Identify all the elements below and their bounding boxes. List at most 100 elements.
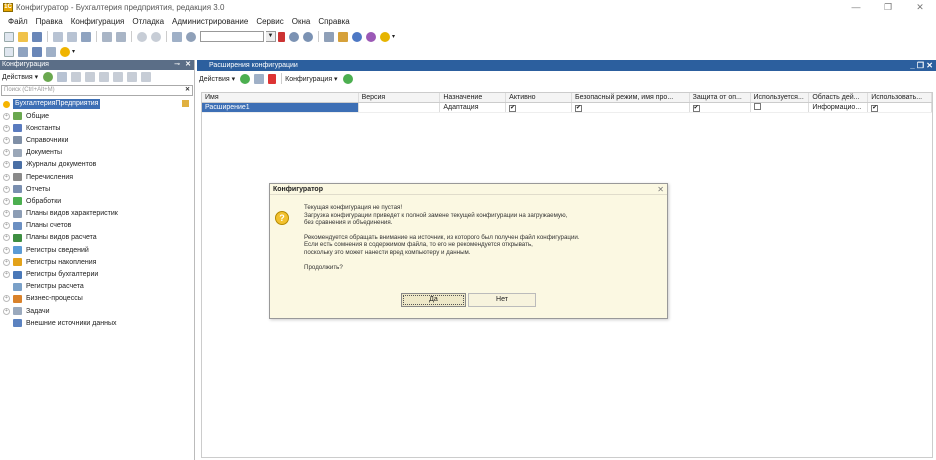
tree-item[interactable]: + Планы видов характеристик (0, 208, 194, 220)
cell-protection[interactable]: ✔ (690, 103, 751, 112)
active-checkbox[interactable]: ✔ (509, 105, 517, 112)
cell-use[interactable]: ✔ (868, 103, 933, 112)
chevron-down-icon[interactable]: ▼ (266, 31, 276, 42)
edit-icon[interactable] (57, 72, 68, 82)
tree-item[interactable]: + Отчеты (0, 183, 194, 195)
expand-icon[interactable]: + (3, 112, 10, 120)
menu-windows[interactable]: Окна (292, 17, 311, 26)
syntax-helper-icon[interactable] (338, 31, 348, 42)
close-window-button[interactable]: ✕ (904, 0, 936, 14)
paste-icon[interactable] (81, 31, 91, 42)
toolbar-more-icon[interactable]: ▾ (392, 33, 395, 40)
menu-administration[interactable]: Администрирование (172, 17, 248, 26)
help-icon[interactable] (352, 31, 362, 42)
used-checkbox[interactable] (753, 103, 761, 110)
menu-configuration[interactable]: Конфигурация (71, 17, 125, 26)
expand-icon[interactable]: + (3, 173, 10, 181)
dialog-close-button[interactable]: ✕ (657, 184, 664, 195)
update-db-icon[interactable] (18, 46, 28, 57)
table-row[interactable]: Расширение1 Адаптация ✔ ✔ ✔ Информацио..… (202, 103, 933, 113)
expand-icon[interactable]: + (3, 185, 10, 193)
pin-icon[interactable]: ⊸ (174, 60, 180, 70)
tree-item[interactable]: + Планы счетов (0, 220, 194, 232)
find-next-icon[interactable] (289, 31, 299, 42)
tree-item[interactable]: + Константы (0, 122, 194, 134)
expand-icon[interactable]: + (3, 210, 10, 218)
cell-name[interactable]: Расширение1 (202, 103, 359, 112)
column-header[interactable]: Активно (506, 93, 572, 102)
cell-active[interactable]: ✔ (506, 103, 572, 112)
refresh-icon[interactable] (342, 73, 353, 84)
column-header[interactable]: Назначение (440, 93, 507, 102)
delete-icon[interactable] (85, 72, 96, 82)
expand-icon[interactable]: + (3, 295, 10, 303)
copy-item-icon[interactable] (71, 72, 82, 82)
column-header[interactable]: Безопасный режим, имя про... (572, 93, 690, 102)
cell-safe-mode[interactable]: ✔ (572, 103, 690, 112)
menu-help[interactable]: Справка (318, 17, 349, 26)
tree-item[interactable]: + Планы видов расчета (0, 232, 194, 244)
clear-icon[interactable]: ✕ (185, 86, 190, 95)
find-prev-icon[interactable] (303, 31, 313, 42)
sort-icon[interactable] (127, 72, 138, 82)
menu-edit[interactable]: Правка (36, 17, 63, 26)
about-icon[interactable] (366, 31, 376, 42)
cut-icon[interactable] (53, 31, 63, 42)
cell-scope[interactable]: Информацио... (809, 103, 869, 112)
expand-icon[interactable]: + (3, 246, 10, 254)
column-header[interactable]: Защита от оп... (690, 93, 751, 102)
add-extension-icon[interactable] (240, 73, 251, 84)
tree-search-input[interactable]: Поиск (Ctrl+Alt+M) ✕ (1, 85, 193, 96)
extensions-actions-button[interactable]: Действия ▾ (199, 75, 235, 83)
filter-icon[interactable] (141, 72, 152, 82)
expand-icon[interactable]: + (3, 271, 10, 279)
start-debug-icon[interactable] (60, 46, 70, 57)
actions-menu-button[interactable]: Действия ▾ (2, 73, 38, 81)
toolbar2-more-icon[interactable]: ▾ (72, 48, 75, 55)
tree-item[interactable]: + Перечисления (0, 171, 194, 183)
expand-icon[interactable]: + (3, 124, 10, 132)
expand-icon[interactable]: + (3, 161, 10, 169)
tree-item[interactable]: + Общие (0, 110, 194, 122)
column-header[interactable]: Версия (359, 93, 441, 102)
cell-purpose[interactable]: Адаптация (440, 103, 507, 112)
copy-icon[interactable] (67, 31, 77, 42)
expand-icon[interactable]: + (3, 234, 10, 242)
undo-icon[interactable] (137, 31, 147, 42)
menu-file[interactable]: Файл (8, 17, 28, 26)
preview-icon[interactable] (116, 31, 126, 42)
move-up-icon[interactable] (99, 72, 110, 82)
column-header[interactable]: Имя (202, 93, 359, 102)
tree-item[interactable]: + Регистры сведений (0, 244, 194, 256)
tree-item[interactable]: + Регистры бухгалтерии (0, 268, 194, 280)
toolbar-search-input[interactable] (200, 31, 264, 42)
tree-item[interactable]: Регистры расчета (0, 281, 194, 293)
goto-icon[interactable] (324, 31, 334, 42)
tree-item[interactable]: + Регистры накопления (0, 256, 194, 268)
expand-icon[interactable]: + (3, 222, 10, 230)
tree-item[interactable]: + Журналы документов (0, 159, 194, 171)
panel-window-controls[interactable]: _ ❐ ✕ (910, 60, 933, 71)
use-checkbox[interactable]: ✔ (871, 105, 879, 112)
tree-item[interactable]: + Бизнес-процессы (0, 293, 194, 305)
cell-used[interactable] (751, 103, 810, 112)
delete-extension-icon[interactable] (268, 73, 277, 84)
cell-version[interactable] (359, 103, 441, 112)
find-icon[interactable] (172, 31, 182, 42)
save-icon[interactable] (32, 31, 42, 42)
tree-item[interactable]: + Справочники (0, 134, 194, 146)
restore-button[interactable]: ❐ (872, 0, 904, 14)
info-icon[interactable] (380, 31, 390, 42)
search-icon[interactable] (186, 31, 196, 42)
minimize-button[interactable]: — (840, 0, 872, 14)
tree-root[interactable]: БухгалтерияПредприятия (0, 98, 194, 110)
move-down-icon[interactable] (113, 72, 124, 82)
column-header[interactable]: Используется... (751, 93, 810, 102)
column-header[interactable]: Область дей... (809, 93, 869, 102)
expand-icon[interactable]: + (3, 136, 10, 144)
clear-search-icon[interactable] (278, 31, 285, 42)
menu-service[interactable]: Сервис (256, 17, 283, 26)
menu-debug[interactable]: Отладка (132, 17, 164, 26)
expand-icon[interactable]: + (3, 258, 10, 266)
tree-item[interactable]: + Обработки (0, 195, 194, 207)
